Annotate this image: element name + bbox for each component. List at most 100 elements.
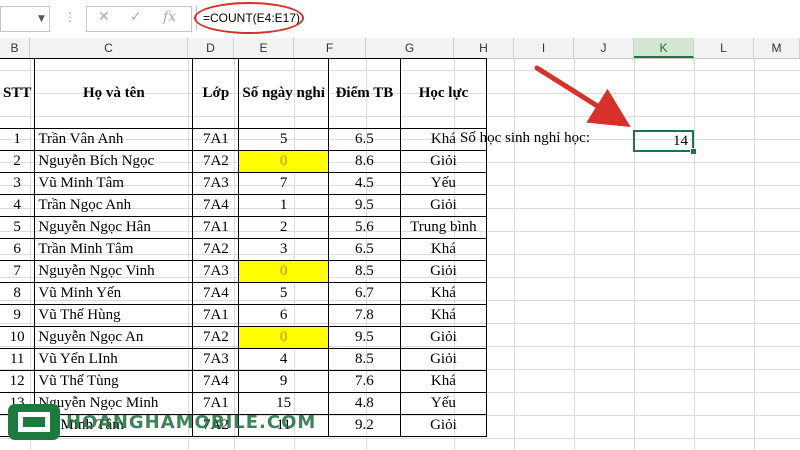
cell-name[interactable]: Nguyễn Ngọc An bbox=[34, 326, 194, 349]
cell-rank[interactable]: Trung bình bbox=[399, 216, 487, 239]
column-header-c[interactable]: C bbox=[30, 38, 188, 58]
column-header-m[interactable]: M bbox=[754, 38, 800, 58]
cell-class[interactable]: 7A3 bbox=[192, 260, 240, 283]
cell-rank[interactable]: Khá bbox=[399, 370, 487, 393]
cell-score[interactable]: 8.5 bbox=[327, 348, 401, 371]
absent-count-label[interactable]: Số học sinh nghỉ học: bbox=[460, 130, 590, 147]
cell-name[interactable]: Vũ Thế Tùng bbox=[34, 370, 194, 393]
column-header-g[interactable]: G bbox=[366, 38, 454, 58]
cell-score[interactable]: 4.8 bbox=[327, 392, 401, 415]
cell-class[interactable]: 7A3 bbox=[192, 348, 240, 371]
cell-rank[interactable]: Yếu bbox=[399, 172, 487, 195]
cell-stt[interactable]: 8 bbox=[0, 282, 36, 305]
cell-stt[interactable]: 2 bbox=[0, 150, 36, 173]
cell-days[interactable]: 0 bbox=[238, 326, 329, 349]
cell-stt[interactable]: 9 bbox=[0, 304, 36, 327]
cell-name[interactable]: Nguyễn Bích Ngọc bbox=[34, 150, 194, 173]
cell-stt[interactable]: 12 bbox=[0, 370, 36, 393]
column-header-k[interactable]: K bbox=[634, 38, 694, 58]
column-header-d[interactable]: D bbox=[188, 38, 234, 58]
cell-name[interactable]: Vũ Yến LInh bbox=[34, 348, 194, 371]
cell-name[interactable]: Trần Ngọc Anh bbox=[34, 194, 194, 217]
cell-rank[interactable]: Giỏi bbox=[399, 150, 487, 173]
insert-function-icon[interactable]: fx bbox=[163, 9, 176, 25]
header-score[interactable]: Điểm TB bbox=[327, 58, 401, 129]
cell-days[interactable]: 6 bbox=[238, 304, 329, 327]
cell-name[interactable]: Vũ Thế Hùng bbox=[34, 304, 194, 327]
cell-class[interactable]: 7A2 bbox=[192, 326, 240, 349]
formula-bar-grip-icon[interactable]: ⋮ bbox=[64, 10, 76, 24]
column-header-l[interactable]: L bbox=[694, 38, 754, 58]
column-header-h[interactable]: H bbox=[454, 38, 514, 58]
cell-rank[interactable]: Yếu bbox=[399, 392, 487, 415]
cell-score[interactable]: 6.7 bbox=[327, 282, 401, 305]
cell-score[interactable]: 8.5 bbox=[327, 260, 401, 283]
cell-score[interactable]: 6.5 bbox=[327, 128, 401, 151]
column-header-f[interactable]: F bbox=[294, 38, 366, 58]
cell-rank[interactable]: Khá bbox=[399, 304, 487, 327]
cell-score[interactable]: 7.6 bbox=[327, 370, 401, 393]
cell-rank[interactable]: Khá bbox=[399, 238, 487, 261]
absent-count-cell[interactable]: 14 bbox=[633, 130, 694, 152]
cell-days[interactable]: 0 bbox=[238, 150, 329, 173]
cell-days[interactable]: 1 bbox=[238, 194, 329, 217]
cell-stt[interactable]: 1 bbox=[0, 128, 36, 151]
cell-stt[interactable]: 4 bbox=[0, 194, 36, 217]
cell-score[interactable]: 8.6 bbox=[327, 150, 401, 173]
cell-score[interactable]: 7.8 bbox=[327, 304, 401, 327]
cell-class[interactable]: 7A3 bbox=[192, 172, 240, 195]
cell-days[interactable]: 5 bbox=[238, 282, 329, 305]
cell-rank[interactable]: Giỏi bbox=[399, 260, 487, 283]
cell-name[interactable]: Vũ Minh Yến bbox=[34, 282, 194, 305]
fill-handle[interactable] bbox=[690, 148, 697, 155]
header-days-off[interactable]: Số ngày nghỉ bbox=[238, 58, 329, 129]
cell-days[interactable]: 5 bbox=[238, 128, 329, 151]
column-header-j[interactable]: J bbox=[574, 38, 634, 58]
cell-rank[interactable]: Khá bbox=[399, 282, 487, 305]
cell-days[interactable]: 2 bbox=[238, 216, 329, 239]
cell-class[interactable]: 7A2 bbox=[192, 238, 240, 261]
cell-class[interactable]: 7A4 bbox=[192, 370, 240, 393]
header-stt[interactable]: STT bbox=[0, 58, 36, 129]
cell-name[interactable]: Trần Minh Tâm bbox=[34, 238, 194, 261]
cell-class[interactable]: 7A4 bbox=[192, 282, 240, 305]
cell-class[interactable]: 7A1 bbox=[192, 216, 240, 239]
cell-name[interactable]: Trần Vân Anh bbox=[34, 128, 194, 151]
cell-rank[interactable]: Giỏi bbox=[399, 326, 487, 349]
cell-score[interactable]: 4.5 bbox=[327, 172, 401, 195]
cell-class[interactable]: 7A1 bbox=[192, 128, 240, 151]
header-name[interactable]: Họ và tên bbox=[34, 58, 194, 129]
header-class[interactable]: Lớp bbox=[192, 58, 240, 129]
cell-stt[interactable]: 10 bbox=[0, 326, 36, 349]
cell-score[interactable]: 9.5 bbox=[327, 326, 401, 349]
cell-days[interactable]: 0 bbox=[238, 260, 329, 283]
cell-rank[interactable]: Giỏi bbox=[399, 414, 487, 437]
cell-stt[interactable]: 6 bbox=[0, 238, 36, 261]
column-header-e[interactable]: E bbox=[234, 38, 294, 58]
confirm-icon[interactable]: ✓ bbox=[130, 9, 142, 25]
cell-score[interactable]: 9.2 bbox=[327, 414, 401, 437]
cell-name[interactable]: Vũ Minh Tâm bbox=[34, 172, 194, 195]
cell-stt[interactable]: 5 bbox=[0, 216, 36, 239]
header-rank[interactable]: Học lực bbox=[399, 58, 487, 129]
cell-name[interactable]: Nguyễn Ngọc Vinh bbox=[34, 260, 194, 283]
cell-class[interactable]: 7A4 bbox=[192, 194, 240, 217]
cell-days[interactable]: 4 bbox=[238, 348, 329, 371]
cancel-icon[interactable]: ✕ bbox=[98, 9, 110, 25]
column-header-b[interactable]: B bbox=[0, 38, 30, 58]
cell-class[interactable]: 7A1 bbox=[192, 304, 240, 327]
cell-score[interactable]: 5.6 bbox=[327, 216, 401, 239]
cell-stt[interactable]: 7 bbox=[0, 260, 36, 283]
cell-days[interactable]: 3 bbox=[238, 238, 329, 261]
cell-days[interactable]: 9 bbox=[238, 370, 329, 393]
cell-rank[interactable]: Giỏi bbox=[399, 348, 487, 371]
cell-stt[interactable]: 3 bbox=[0, 172, 36, 195]
cell-stt[interactable]: 11 bbox=[0, 348, 36, 371]
cell-name[interactable]: Nguyễn Ngọc Hân bbox=[34, 216, 194, 239]
cell-days[interactable]: 7 bbox=[238, 172, 329, 195]
name-box-dropdown-icon[interactable]: ▼ bbox=[38, 14, 45, 24]
cell-class[interactable]: 7A2 bbox=[192, 150, 240, 173]
cell-score[interactable]: 6.5 bbox=[327, 238, 401, 261]
cell-rank[interactable]: Giỏi bbox=[399, 194, 487, 217]
column-header-i[interactable]: I bbox=[514, 38, 574, 58]
